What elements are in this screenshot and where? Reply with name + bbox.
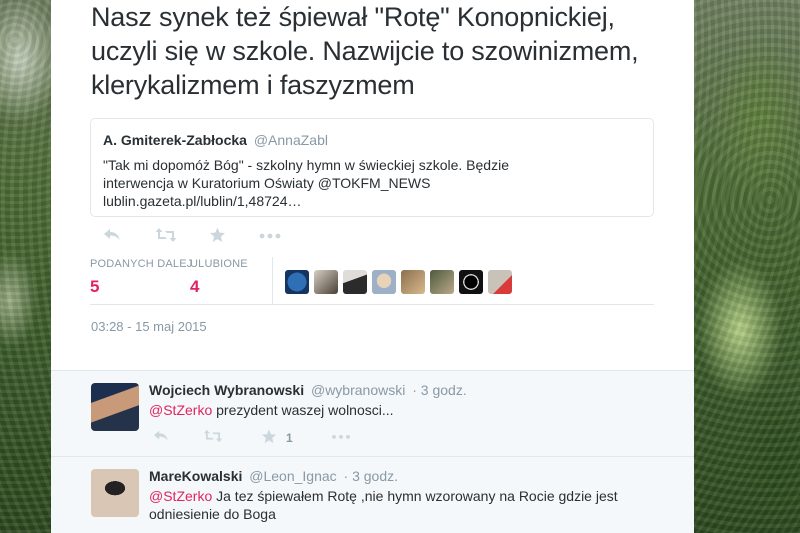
reply-header: Wojciech Wybranowski @wybranowski · 3 go… [149,381,467,399]
quoted-tweet[interactable]: A. Gmiterek-Zabłocka @AnnaZabl "Tak mi d… [90,118,654,217]
reply-body: Ja tez śpiewałem Rotę ,nie hymn wzorowan… [149,488,618,522]
favorites-stat[interactable]: ULUBIONE 4 [190,257,248,297]
avatar[interactable] [430,270,454,294]
quoted-author-name[interactable]: A. Gmiterek-Zabłocka [103,132,247,148]
reply-author-handle[interactable]: @wybranowski [311,382,405,398]
tweet-card: Nasz synek też śpiewał "Rotę" Konopnicki… [51,0,694,533]
reply-item[interactable]: MareKowalski @Leon_Ignac · 3 godz. @StZe… [51,456,694,533]
tweet-stats: PODANYCH DALEJ 5 ULUBIONE 4 [90,257,654,305]
reply-time[interactable]: · 3 godz. [344,468,398,484]
quoted-tweet-header: A. Gmiterek-Zabłocka @AnnaZabl [103,131,641,149]
avatar[interactable] [372,270,396,294]
more-icon[interactable] [259,227,281,243]
retweets-label: PODANYCH DALEJ [90,258,193,270]
avatar[interactable] [314,270,338,294]
tweet-timestamp[interactable]: 03:28 - 15 maj 2015 [91,319,207,334]
reply-header: MareKowalski @Leon_Ignac · 3 godz. [149,467,398,485]
favorite-count: 1 [286,431,293,445]
tweet-text: Nasz synek też śpiewał "Rotę" Konopnicki… [91,2,639,100]
reply-actions: 1 [149,429,449,447]
avatar[interactable] [401,270,425,294]
reply-author-name[interactable]: MareKowalski [149,468,242,484]
favorites-label: ULUBIONE [190,258,248,270]
retweets-count: 5 [90,277,100,296]
reply-author-name[interactable]: Wojciech Wybranowski [149,382,304,398]
reply-author-handle[interactable]: @Leon_Ignac [249,468,336,484]
avatar[interactable] [488,270,512,294]
star-icon[interactable] [261,429,277,449]
avatar[interactable] [91,469,139,517]
more-icon[interactable] [331,429,351,448]
quoted-tweet-text: "Tak mi dopomóż Bóg" - szkolny hymn w św… [103,157,509,209]
star-icon[interactable] [209,227,226,243]
reply-text: @StZerko prezydent waszej wolnosci... [149,401,649,419]
reply-icon[interactable] [103,227,121,243]
tweet-actions [91,227,391,247]
avatar[interactable] [285,270,309,294]
reply-icon[interactable] [153,429,169,448]
reply-time[interactable]: · 3 godz. [412,382,466,398]
quoted-author-handle[interactable]: @AnnaZabl [254,132,328,148]
avatar[interactable] [91,383,139,431]
avatar[interactable] [459,270,483,294]
favorites-count: 4 [190,277,200,296]
mention-link[interactable]: @StZerko [149,402,212,418]
retweet-icon[interactable] [203,429,223,448]
avatar[interactable] [343,270,367,294]
reply-text: @StZerko Ja tez śpiewałem Rotę ,nie hymn… [149,487,629,523]
mention-link[interactable]: @StZerko [149,488,212,504]
stats-divider [272,257,273,305]
reply-body: prezydent waszej wolnosci... [212,402,394,418]
retweets-stat[interactable]: PODANYCH DALEJ 5 [90,257,192,297]
replies-list: Wojciech Wybranowski @wybranowski · 3 go… [51,370,694,533]
retweet-icon[interactable] [155,227,177,243]
reply-item[interactable]: Wojciech Wybranowski @wybranowski · 3 go… [51,371,694,455]
